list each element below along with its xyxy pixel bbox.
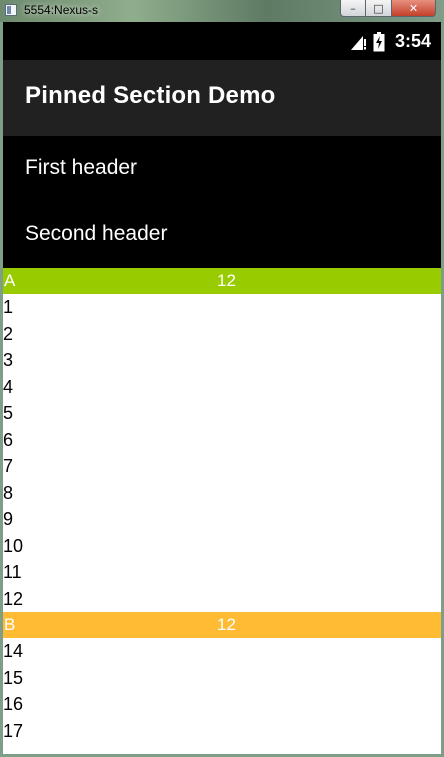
list-item[interactable]: 5: [3, 400, 441, 427]
window-controls: – □ ✕: [340, 0, 436, 18]
section-header-b[interactable]: B 12: [3, 612, 441, 638]
minimize-button[interactable]: –: [340, 0, 366, 17]
list-header-second[interactable]: Second header: [3, 202, 441, 268]
battery-charging-icon: [373, 31, 385, 51]
section-count: 12: [217, 615, 236, 634]
list-header-label: First header: [25, 156, 138, 179]
app-window-icon: [5, 4, 17, 16]
app-title: Pinned Section Demo: [25, 82, 276, 109]
list-item[interactable]: 3: [3, 347, 441, 374]
list-item[interactable]: 10: [3, 533, 441, 560]
list-item[interactable]: 11: [3, 559, 441, 586]
list-item[interactable]: 8: [3, 480, 441, 507]
action-bar: Pinned Section Demo: [3, 60, 441, 136]
list-item[interactable]: 4: [3, 374, 441, 401]
section-letter: A: [4, 271, 16, 290]
close-button[interactable]: ✕: [392, 0, 436, 17]
list-item[interactable]: 2: [3, 321, 441, 348]
list-header-first[interactable]: First header: [3, 136, 441, 202]
list-item[interactable]: 6: [3, 427, 441, 454]
list-item[interactable]: 16: [3, 691, 441, 718]
section-letter: B: [4, 615, 16, 634]
window-title: 5554:Nexus-s: [24, 3, 99, 17]
status-bar: 3:54: [3, 22, 441, 60]
list-header-label: Second header: [25, 222, 168, 245]
section-count: 12: [217, 271, 236, 290]
window-title-bar[interactable]: 5554:Nexus-s – □ ✕: [0, 0, 444, 22]
list-item[interactable]: 14: [3, 638, 441, 665]
list-item[interactable]: 9: [3, 506, 441, 533]
status-icons: 3:54: [349, 31, 431, 52]
list-item[interactable]: 12: [3, 586, 441, 613]
status-time: 3:54: [394, 31, 431, 51]
list-item[interactable]: 15: [3, 665, 441, 692]
list-item[interactable]: 7: [3, 453, 441, 480]
device-screen: 3:54 Pinned Section Demo First header Se…: [3, 22, 441, 754]
list-item[interactable]: 1: [3, 294, 441, 321]
section-header-a[interactable]: A 12: [3, 268, 441, 294]
maximize-button[interactable]: □: [366, 0, 392, 17]
list-item[interactable]: 17: [3, 718, 441, 745]
signal-icon: [350, 35, 366, 50]
